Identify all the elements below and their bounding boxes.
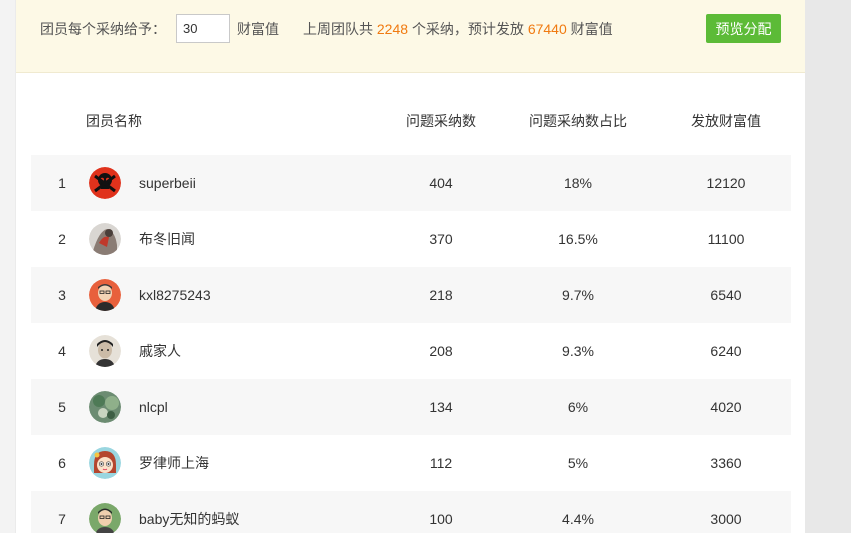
header-wealth: 发放财富值 bbox=[691, 113, 761, 129]
summary-suffix: 财富值 bbox=[570, 21, 613, 37]
member-name-link[interactable]: superbeii bbox=[139, 175, 196, 191]
adoption-count: 218 bbox=[429, 287, 453, 303]
weekly-summary: 上周团队共 2248 个采纳，预计发放 67440 财富值 bbox=[303, 21, 613, 37]
user-avatar[interactable] bbox=[89, 223, 121, 255]
user-avatar[interactable] bbox=[89, 279, 121, 311]
member-name-link[interactable]: 罗律师上海 bbox=[139, 455, 209, 471]
adoption-ratio: 5% bbox=[567, 455, 589, 471]
table-row: 4 戚家人 208 9.3% 6240 bbox=[31, 323, 791, 379]
member-name-link[interactable]: baby无知的蚂蚁 bbox=[139, 511, 239, 527]
adoption-count: 370 bbox=[429, 231, 453, 247]
adoption-ratio: 6% bbox=[567, 399, 589, 415]
wealth-amount: 12120 bbox=[706, 175, 746, 191]
amount-per-adoption-input[interactable] bbox=[176, 14, 230, 43]
adoption-ratio: 9.7% bbox=[562, 287, 594, 303]
header-adoptions: 问题采纳数 bbox=[406, 113, 476, 129]
team-distribution-panel: 团员每个采纳给予： 财富值 上周团队共 2248 个采纳，预计发放 67440 … bbox=[15, 0, 806, 533]
wealth-amount: 6540 bbox=[710, 287, 742, 303]
user-avatar[interactable] bbox=[89, 447, 121, 479]
user-avatar[interactable] bbox=[89, 503, 121, 533]
amount-label: 团员每个采纳给予： bbox=[40, 21, 166, 37]
wealth-amount: 3360 bbox=[710, 455, 742, 471]
table-row: 2 布冬旧闻 370 16.5% 11100 bbox=[31, 211, 791, 267]
table-row: 7 baby无知的蚂蚁 100 4.4% 3000 bbox=[31, 491, 791, 533]
adoption-ratio: 4.4% bbox=[562, 511, 594, 527]
adoption-ratio: 18% bbox=[563, 175, 593, 191]
row-rank: 2 bbox=[58, 231, 66, 247]
table-row: 1 superbeii 404 18% 12120 bbox=[31, 155, 791, 211]
row-rank: 5 bbox=[58, 399, 66, 415]
distribution-settings-bar: 团员每个采纳给予： 财富值 上周团队共 2248 个采纳，预计发放 67440 … bbox=[16, 0, 806, 73]
header-name: 团员名称 bbox=[86, 113, 142, 129]
wealth-amount: 3000 bbox=[710, 511, 742, 527]
left-gutter bbox=[0, 0, 15, 533]
adoption-count: 100 bbox=[429, 511, 453, 527]
total-wealth: 67440 bbox=[527, 21, 567, 37]
wealth-amount: 11100 bbox=[707, 231, 745, 247]
adoption-ratio: 16.5% bbox=[558, 231, 598, 247]
row-rank: 3 bbox=[58, 287, 66, 303]
table-row: 5 nlcpl 134 6% 4020 bbox=[31, 379, 791, 435]
row-rank: 7 bbox=[58, 511, 66, 527]
wealth-amount: 4020 bbox=[710, 399, 742, 415]
member-name-link[interactable]: nlcpl bbox=[139, 399, 168, 415]
adoption-count: 112 bbox=[429, 455, 453, 471]
row-rank: 4 bbox=[58, 343, 66, 359]
amount-unit-label: 财富值 bbox=[237, 21, 279, 37]
adoption-count: 134 bbox=[429, 399, 453, 415]
table-header: 团员名称 问题采纳数 问题采纳数占比 发放财富值 bbox=[31, 100, 791, 140]
skull-avatar-icon[interactable] bbox=[89, 167, 121, 199]
right-background bbox=[805, 0, 851, 533]
adoption-ratio: 9.3% bbox=[562, 343, 594, 359]
member-name-link[interactable]: 戚家人 bbox=[139, 343, 181, 359]
summary-prefix: 上周团队共 bbox=[303, 21, 373, 37]
total-adoptions: 2248 bbox=[376, 21, 409, 37]
member-name-link[interactable]: kxl8275243 bbox=[139, 287, 211, 303]
row-rank: 6 bbox=[58, 455, 66, 471]
preview-distribution-button[interactable]: 预览分配 bbox=[706, 14, 781, 43]
wealth-amount: 6240 bbox=[710, 343, 742, 359]
adoption-count: 208 bbox=[429, 343, 453, 359]
header-ratio: 问题采纳数占比 bbox=[529, 113, 627, 129]
user-avatar[interactable] bbox=[89, 391, 121, 423]
row-rank: 1 bbox=[58, 175, 66, 191]
table-row: 6 罗律师上海 112 5% 3360 bbox=[31, 435, 791, 491]
user-avatar[interactable] bbox=[89, 335, 121, 367]
member-name-link[interactable]: 布冬旧闻 bbox=[139, 231, 195, 247]
table-row: 3 kxl8275243 218 9.7% 6540 bbox=[31, 267, 791, 323]
member-table-body: 1 superbeii 404 18% 12120 2 布冬旧闻 370 16.… bbox=[31, 155, 791, 533]
adoption-count: 404 bbox=[429, 175, 453, 191]
summary-mid: 个采纳，预计发放 bbox=[411, 21, 524, 37]
